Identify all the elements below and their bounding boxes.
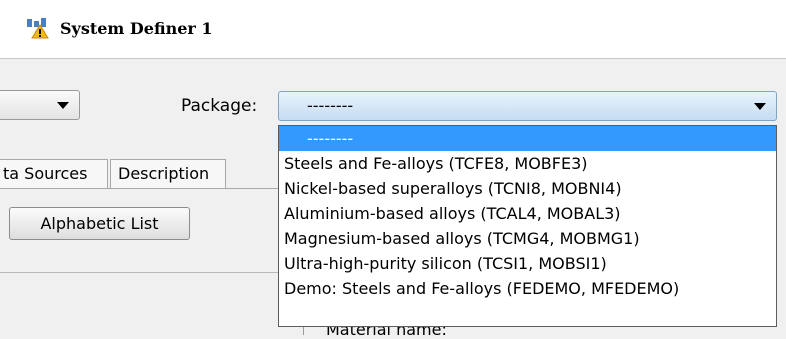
tab-content-border xyxy=(0,188,278,189)
chevron-down-icon xyxy=(754,103,766,110)
dropdown-option[interactable]: Ultra-high-purity silicon (TCSI1, MOBSI1… xyxy=(279,251,776,276)
title-bar: System Definer 1 xyxy=(0,0,786,59)
dropdown-option-selected[interactable]: -------- xyxy=(279,126,776,151)
system-definer-icon xyxy=(27,18,49,39)
package-label: Package: xyxy=(181,96,258,116)
dropdown-option[interactable]: Nickel-based superalloys (TCNI8, MOBNI4) xyxy=(279,176,776,201)
panel-divider xyxy=(0,272,278,273)
dropdown-option[interactable]: Steels and Fe-alloys (TCFE8, MOBFE3) xyxy=(279,151,776,176)
dropdown-option[interactable]: Aluminium-based alloys (TCAL4, MOBAL3) xyxy=(279,201,776,226)
package-dropdown-list: -------- Steels and Fe-alloys (TCFE8, MO… xyxy=(278,125,777,327)
package-combo-value: -------- xyxy=(307,96,354,115)
database-combo[interactable] xyxy=(0,90,80,120)
window-title: System Definer 1 xyxy=(60,19,213,38)
dropdown-option[interactable]: Magnesium-based alloys (TCMG4, MOBMG1) xyxy=(279,226,776,251)
package-combo[interactable]: -------- xyxy=(278,91,777,121)
dropdown-option[interactable]: Demo: Steels and Fe-alloys (FEDEMO, MFED… xyxy=(279,276,776,301)
alphabetic-list-button[interactable]: Alphabetic List xyxy=(9,207,190,240)
chevron-down-icon xyxy=(57,102,69,109)
tab-data-sources[interactable]: ta Sources xyxy=(0,159,108,188)
tab-description[interactable]: Description xyxy=(110,159,226,188)
